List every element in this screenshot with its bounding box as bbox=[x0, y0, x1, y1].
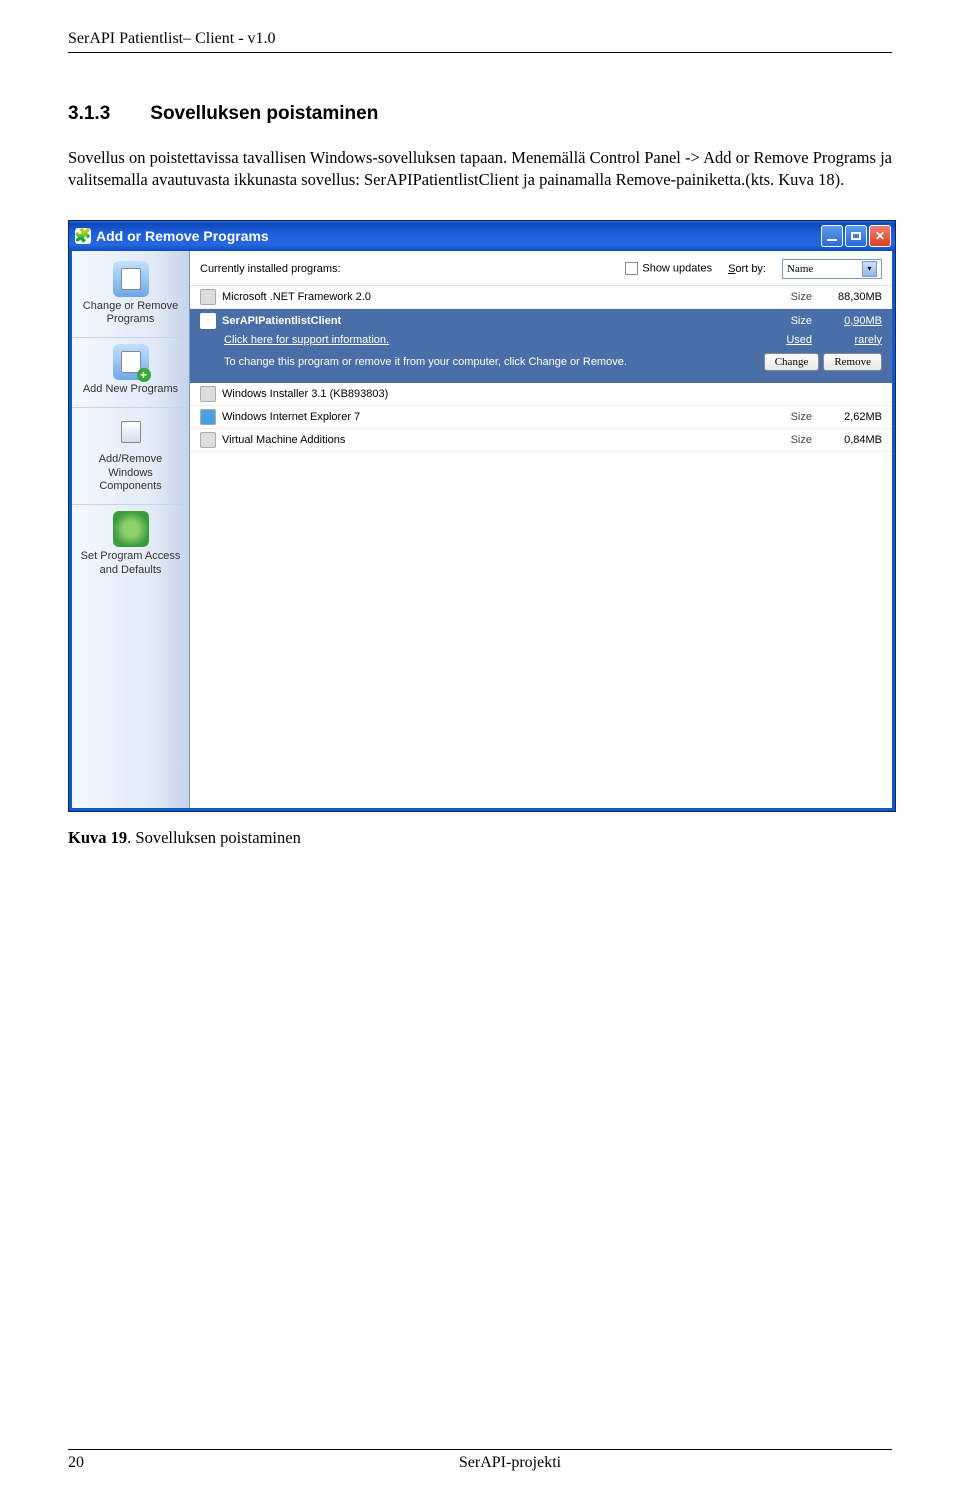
used-value: rarely bbox=[812, 334, 882, 346]
box-remove-icon bbox=[113, 261, 149, 297]
doc-header: SerAPI Patientlist– Client - v1.0 bbox=[68, 30, 892, 53]
list-item[interactable]: Microsoft .NET Framework 2.0 Size 88,30M… bbox=[190, 286, 892, 309]
maximize-button[interactable] bbox=[845, 225, 867, 247]
sidebar-item-program-access[interactable]: Set Program Access and Defaults bbox=[72, 505, 189, 588]
minimize-button[interactable] bbox=[821, 225, 843, 247]
sidebar-item-add-new[interactable]: Add New Programs bbox=[72, 338, 189, 408]
ie-icon bbox=[200, 409, 216, 425]
section-title: Sovelluksen poistaminen bbox=[150, 103, 378, 124]
box-windows-icon bbox=[113, 414, 149, 450]
toolbar: Currently installed programs: Show updat… bbox=[190, 251, 892, 286]
change-button[interactable]: Change bbox=[764, 353, 820, 371]
list-item[interactable]: Windows Installer 3.1 (KB893803) bbox=[190, 383, 892, 406]
chevron-down-icon: ▾ bbox=[862, 261, 877, 277]
app-icon: 🧩 bbox=[75, 228, 91, 244]
section-paragraph: Sovellus on poistettavissa tavallisen Wi… bbox=[68, 147, 892, 192]
program-icon bbox=[200, 386, 216, 402]
change-remove-description: To change this program or remove it from… bbox=[224, 356, 764, 368]
section: 3.1.3 Sovelluksen poistaminen Sovellus on… bbox=[68, 103, 892, 192]
sort-by-select[interactable]: Name ▾ bbox=[782, 259, 882, 279]
doc-footer: 20 SerAPI-projekti bbox=[68, 1449, 892, 1472]
page-number: 20 bbox=[68, 1454, 128, 1472]
program-list: Microsoft .NET Framework 2.0 Size 88,30M… bbox=[190, 286, 892, 808]
section-heading: 3.1.3 Sovelluksen poistaminen bbox=[68, 103, 892, 125]
caption-text: . Sovelluksen poistaminen bbox=[127, 828, 301, 847]
program-icon bbox=[200, 313, 216, 329]
titlebar[interactable]: 🧩 Add or Remove Programs ✕ bbox=[69, 221, 895, 251]
box-add-icon bbox=[113, 344, 149, 380]
figure-caption: Kuva 19. Sovelluksen poistaminen bbox=[68, 828, 892, 848]
footer-text: SerAPI-projekti bbox=[128, 1454, 892, 1472]
list-item[interactable]: Windows Internet Explorer 7 Size 2,62MB bbox=[190, 406, 892, 429]
sidebar-item-windows-components[interactable]: Add/Remove Windows Components bbox=[72, 408, 189, 505]
main-panel: Currently installed programs: Show updat… bbox=[190, 251, 892, 808]
globe-icon bbox=[113, 511, 149, 547]
program-icon bbox=[200, 432, 216, 448]
program-icon bbox=[200, 289, 216, 305]
used-label: Used bbox=[772, 334, 812, 346]
sidebar: Change or Remove Programs Add New Progra… bbox=[72, 251, 190, 808]
installed-label: Currently installed programs: bbox=[200, 263, 341, 275]
caption-label: Kuva 19 bbox=[68, 828, 127, 847]
show-updates-checkbox[interactable]: Show updates bbox=[625, 262, 712, 275]
list-item-selected[interactable]: SerAPIPatientlistClient Size 0,90MB Clic… bbox=[190, 309, 892, 383]
support-link[interactable]: Click here for support information. bbox=[224, 334, 772, 346]
window-title: Add or Remove Programs bbox=[96, 228, 269, 244]
remove-button[interactable]: Remove bbox=[823, 353, 882, 371]
sort-by-label: Sort by: bbox=[728, 263, 766, 275]
sidebar-item-change-remove[interactable]: Change or Remove Programs bbox=[72, 255, 189, 339]
screenshot-dialog: 🧩 Add or Remove Programs ✕ Change or Rem… bbox=[68, 220, 896, 812]
section-number: 3.1.3 bbox=[68, 103, 110, 125]
close-button[interactable]: ✕ bbox=[869, 225, 891, 247]
list-item[interactable]: Virtual Machine Additions Size 0,84MB bbox=[190, 429, 892, 452]
